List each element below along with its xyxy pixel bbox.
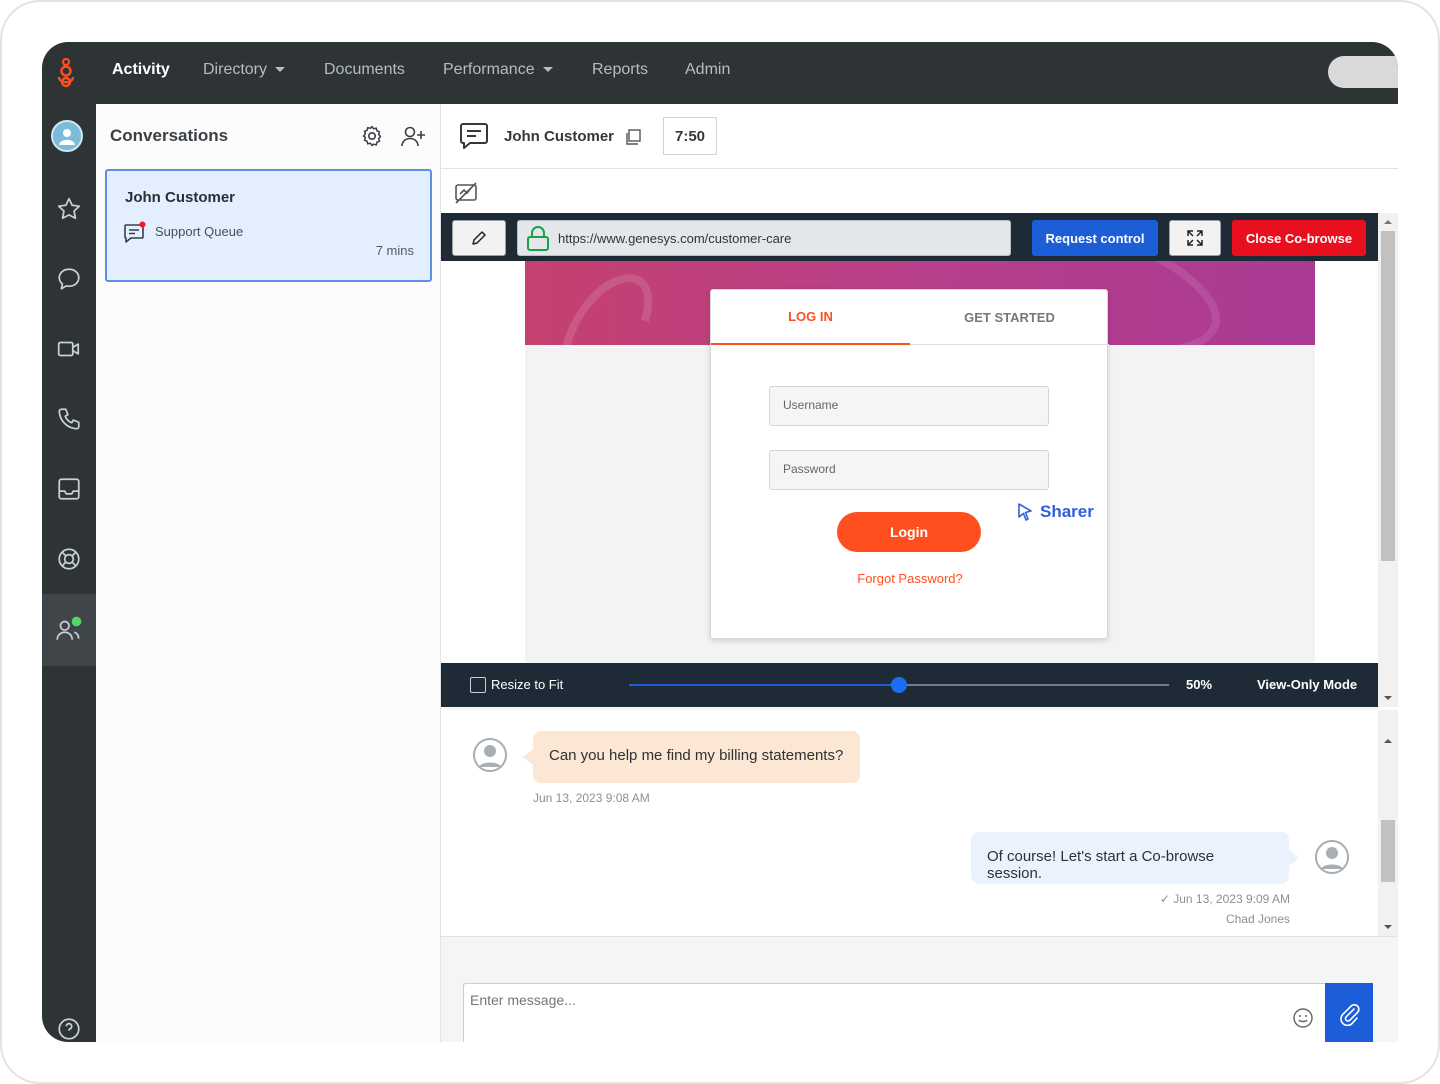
- chat-scrollbar[interactable]: [1378, 710, 1398, 936]
- nav-documents[interactable]: Documents: [324, 61, 405, 79]
- add-participant-icon[interactable]: [400, 124, 426, 148]
- site-margin-right: [1315, 261, 1378, 663]
- login-button[interactable]: Login: [837, 512, 981, 552]
- shared-url: https://www.genesys.com/customer-care: [558, 231, 792, 246]
- cursor-icon: [1018, 503, 1032, 521]
- resize-to-fit-checkbox[interactable]: [470, 677, 486, 693]
- inbox-icon[interactable]: [52, 472, 86, 506]
- user-avatar-icon: [1315, 840, 1349, 874]
- expand-icon: [1187, 230, 1203, 246]
- interaction-customer-name: John Customer: [504, 128, 615, 145]
- nav-directory-label: Directory: [203, 61, 268, 78]
- conversation-card[interactable]: John Customer Support Queue 7 mins: [105, 169, 432, 282]
- cobrowse-scrollbar[interactable]: [1378, 213, 1398, 707]
- card-elapsed-time: 7 mins: [375, 243, 414, 258]
- shared-website: LOG IN GET STARTED Username Password Log…: [441, 261, 1378, 663]
- cobrowse-toolbar: https://www.genesys.com/customer-care Re…: [441, 213, 1378, 261]
- chat-message-outbound: Of course! Let's start a Co-browse sessi…: [971, 832, 1299, 884]
- chat-scrollbar-thumb[interactable]: [1381, 820, 1395, 882]
- app-window: Activity Directory Documents Performance…: [42, 42, 1398, 1042]
- paperclip-icon: [1340, 1003, 1360, 1026]
- sharer-label: Sharer: [1040, 502, 1094, 521]
- chat-message-icon: [124, 221, 146, 243]
- interaction-header: John Customer 7:50: [441, 104, 1398, 169]
- left-rail: [42, 104, 96, 1042]
- interaction-timer: 7:50: [663, 117, 717, 155]
- annotate-button[interactable]: [452, 220, 506, 256]
- agent-status-icon[interactable]: [52, 612, 86, 646]
- phone-icon[interactable]: [52, 402, 86, 436]
- nav-directory[interactable]: Directory: [203, 61, 286, 79]
- video-icon[interactable]: [52, 332, 86, 366]
- zoom-slider[interactable]: [629, 677, 1169, 693]
- chevron-down-icon: [542, 67, 553, 73]
- sharer-cursor: Sharer: [1017, 502, 1094, 522]
- zoom-slider-fill: [629, 684, 899, 686]
- request-control-button[interactable]: Request control: [1032, 220, 1158, 256]
- top-nav: Activity Directory Documents Performance…: [42, 42, 1398, 104]
- message-author: Chad Jones: [1225, 912, 1290, 926]
- agent-avatar: [1315, 840, 1349, 874]
- help-icon[interactable]: [52, 1012, 86, 1042]
- username-field[interactable]: Username: [769, 386, 1049, 426]
- zoom-value: 50%: [1186, 677, 1213, 692]
- lock-icon: [527, 226, 549, 251]
- genesys-logo-icon: [57, 58, 75, 88]
- attach-file-button[interactable]: [1325, 983, 1373, 1042]
- conversations-title: Conversations: [110, 126, 229, 145]
- chat-transcript: Can you help me find my billing statemen…: [441, 710, 1378, 936]
- shared-url-bar: https://www.genesys.com/customer-care: [517, 220, 1011, 256]
- close-cobrowse-button[interactable]: Close Co-browse: [1232, 220, 1366, 256]
- cobrowse-scrollbar-thumb[interactable]: [1381, 231, 1395, 561]
- tab-get-started[interactable]: GET STARTED: [910, 290, 1109, 345]
- scroll-up-arrow-icon[interactable]: [1378, 215, 1398, 229]
- password-field[interactable]: Password: [769, 450, 1049, 490]
- scroll-down-arrow-icon[interactable]: [1378, 920, 1398, 934]
- zoom-slider-thumb[interactable]: [891, 677, 907, 693]
- copy-icon[interactable]: [624, 128, 642, 146]
- chevron-down-icon: [275, 67, 286, 73]
- tab-log-in[interactable]: LOG IN: [711, 290, 910, 345]
- scroll-up-arrow-icon[interactable]: [1378, 734, 1398, 748]
- scroll-down-arrow-icon[interactable]: [1378, 691, 1398, 705]
- star-icon[interactable]: [52, 192, 86, 226]
- nav-activity[interactable]: Activity: [112, 61, 170, 79]
- emoji-icon[interactable]: [1292, 1007, 1314, 1029]
- nav-performance-label: Performance: [443, 61, 535, 78]
- nav-admin[interactable]: Admin: [685, 61, 730, 79]
- chat-bubble-icon[interactable]: [52, 262, 86, 296]
- forgot-password-link[interactable]: Forgot Password?: [711, 571, 1109, 586]
- cobrowse-controls: Resize to Fit 50% View-Only Mode: [441, 663, 1378, 707]
- hide-cobrowse-icon[interactable]: [453, 180, 479, 206]
- message-composer: [441, 936, 1398, 1042]
- gear-icon[interactable]: [360, 124, 384, 148]
- site-margin-left: [441, 261, 525, 663]
- nav-performance[interactable]: Performance: [443, 61, 553, 79]
- user-avatar-icon[interactable]: [51, 120, 83, 152]
- message-input[interactable]: [463, 983, 1327, 1042]
- card-customer-name: John Customer: [125, 189, 236, 206]
- chat-message-inbound: Can you help me find my billing statemen…: [523, 731, 860, 783]
- cobrowse-viewer: https://www.genesys.com/customer-care Re…: [441, 213, 1378, 710]
- customer-avatar: [473, 738, 507, 772]
- user-avatar-icon: [473, 738, 507, 772]
- interaction-panel: John Customer 7:50 https://www.genesys.c…: [441, 104, 1398, 1042]
- pencil-icon: [472, 231, 486, 245]
- lifebuoy-icon[interactable]: [52, 542, 86, 576]
- login-card: LOG IN GET STARTED Username Password Log…: [710, 289, 1109, 639]
- card-queue-name: Support Queue: [155, 224, 244, 239]
- message-timestamp: ✓ Jun 13, 2023 9:09 AM: [1159, 892, 1290, 906]
- conversations-panel: Conversations John Customer Support Queu…: [96, 104, 441, 1042]
- user-menu-pill[interactable]: [1328, 56, 1398, 88]
- view-mode-label: View-Only Mode: [1257, 677, 1358, 692]
- message-timestamp: Jun 13, 2023 9:08 AM: [533, 791, 650, 805]
- chat-icon: [460, 123, 488, 149]
- nav-reports[interactable]: Reports: [592, 61, 648, 79]
- resize-to-fit-label: Resize to Fit: [491, 677, 564, 692]
- fullscreen-button[interactable]: [1169, 220, 1221, 256]
